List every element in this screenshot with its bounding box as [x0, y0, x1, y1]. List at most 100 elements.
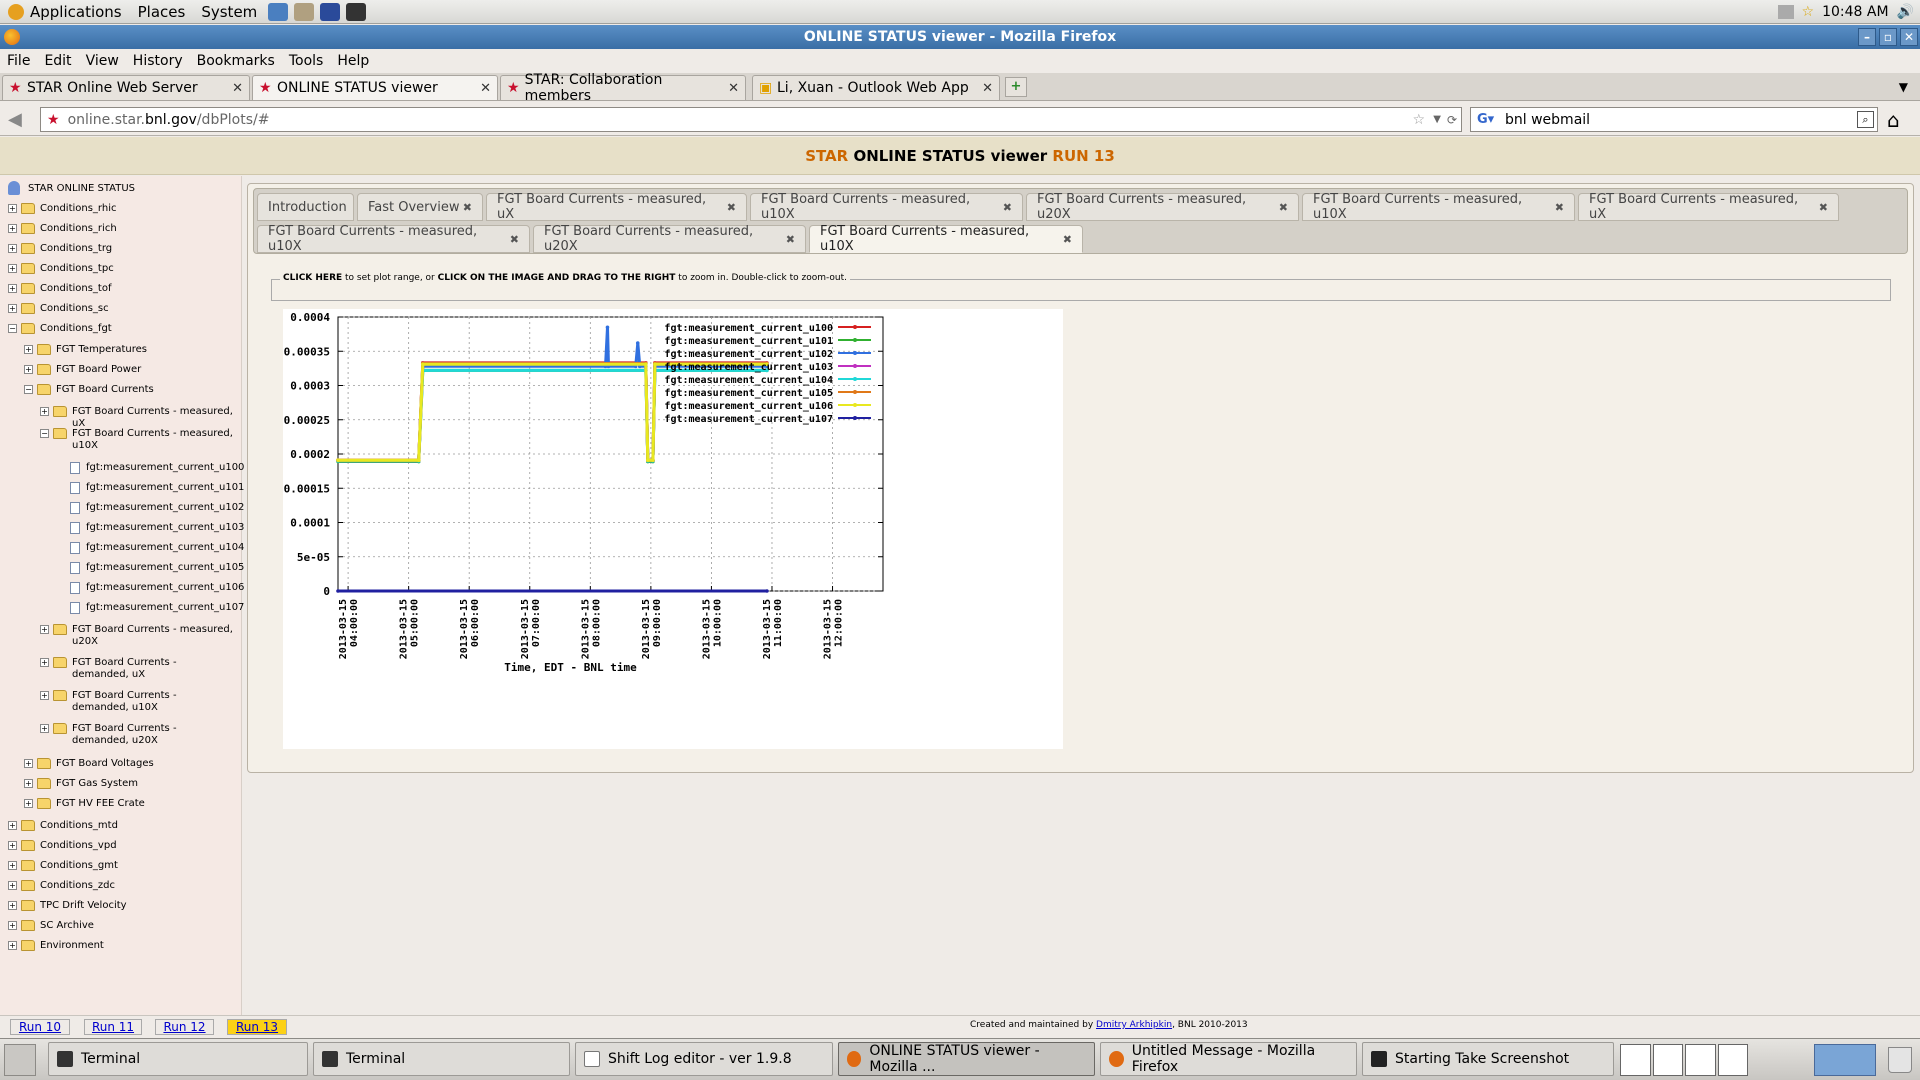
- expand-plus-icon[interactable]: +: [8, 304, 17, 313]
- network-icon[interactable]: [1777, 4, 1794, 19]
- tree-node[interactable]: + FGT HV FEE Crate: [24, 798, 145, 810]
- close-tab-icon[interactable]: ✖: [1279, 201, 1288, 214]
- expand-plus-icon[interactable]: +: [8, 264, 17, 273]
- taskbar-item-active[interactable]: ONLINE STATUS viewer - Mozilla ...: [838, 1042, 1095, 1076]
- tree-leaf[interactable]: fgt:measurement_current_u106: [70, 582, 244, 594]
- workspace-2[interactable]: [1652, 1044, 1683, 1076]
- menu-history[interactable]: History: [126, 53, 190, 69]
- close-tab-icon[interactable]: ✕: [982, 81, 993, 96]
- tree-node[interactable]: + Conditions_rhic: [8, 203, 116, 215]
- expand-plus-icon[interactable]: +: [40, 658, 49, 667]
- close-window-button[interactable]: ✕: [1900, 28, 1918, 46]
- tab-plot[interactable]: FGT Board Currents - measured, u10X ✖: [750, 192, 1023, 222]
- menu-help[interactable]: Help: [330, 53, 376, 69]
- tree-node-expanded[interactable]: − Conditions_fgt: [8, 323, 112, 335]
- tree-node[interactable]: + Conditions_zdc: [8, 880, 115, 892]
- tab-plot[interactable]: FGT Board Currents - measured, u10X ✖: [257, 224, 530, 254]
- expand-plus-icon[interactable]: +: [40, 724, 49, 733]
- expand-plus-icon[interactable]: +: [8, 861, 17, 870]
- text-editor-launcher-icon[interactable]: [320, 2, 341, 21]
- tree-node[interactable]: + Environment: [8, 940, 104, 952]
- tree-node[interactable]: + FGT Gas System: [24, 778, 138, 790]
- menu-bookmarks[interactable]: Bookmarks: [190, 53, 282, 69]
- tree-node[interactable]: + FGT Board Currents - measured, uX: [40, 406, 241, 430]
- screenshot-launcher-icon[interactable]: [346, 2, 367, 21]
- tab-list-chevron-icon[interactable]: ▼: [1899, 80, 1908, 94]
- menu-view[interactable]: View: [79, 53, 126, 69]
- close-tab-icon[interactable]: ✖: [1555, 201, 1564, 214]
- bookmark-star-icon[interactable]: ☆: [1802, 4, 1815, 20]
- tree-leaf[interactable]: fgt:measurement_current_u102: [70, 502, 244, 514]
- tab-plot-active[interactable]: FGT Board Currents - measured, u10X ✖: [809, 224, 1083, 254]
- expand-plus-icon[interactable]: +: [24, 759, 33, 768]
- close-tab-icon[interactable]: ✖: [786, 233, 795, 246]
- expand-plus-icon[interactable]: +: [8, 941, 17, 950]
- taskbar-item[interactable]: Starting Take Screenshot: [1362, 1042, 1614, 1076]
- firefox-launcher-icon[interactable]: [268, 2, 289, 21]
- show-desktop-icon[interactable]: [4, 1044, 36, 1076]
- author-link[interactable]: Dmitry Arkhipkin: [1096, 1020, 1172, 1030]
- tree-node[interactable]: + Conditions_trg: [8, 243, 112, 255]
- close-tab-icon[interactable]: ✕: [232, 81, 243, 96]
- tree-node[interactable]: + Conditions_rich: [8, 223, 117, 235]
- expand-plus-icon[interactable]: +: [8, 841, 17, 850]
- close-tab-icon[interactable]: ✖: [1819, 201, 1828, 214]
- tree-node[interactable]: + FGT Temperatures: [24, 344, 147, 356]
- menu-edit[interactable]: Edit: [37, 53, 78, 69]
- bookmark-star-icon[interactable]: ☆: [1412, 112, 1425, 128]
- workspace-switcher[interactable]: [1620, 1044, 1748, 1076]
- tree-leaf[interactable]: fgt:measurement_current_u101: [70, 482, 244, 494]
- tree-node[interactable]: + FGT Board Currents - demanded, u20X: [40, 723, 236, 747]
- tray-firefox-icon[interactable]: [1814, 1044, 1876, 1076]
- trash-icon[interactable]: [1888, 1047, 1912, 1073]
- browser-tab[interactable]: ★ STAR Online Web Server ✕: [2, 75, 250, 100]
- tree-node[interactable]: + FGT Board Currents - measured, u20X: [40, 624, 236, 648]
- tree-node[interactable]: + Conditions_gmt: [8, 860, 118, 872]
- close-tab-icon[interactable]: ✖: [510, 233, 519, 246]
- system-menu[interactable]: System: [193, 0, 265, 24]
- tree-node[interactable]: + FGT Board Voltages: [24, 758, 154, 770]
- set-range-link[interactable]: CLICK HERE: [283, 273, 342, 283]
- browser-tab[interactable]: ▣ Li, Xuan - Outlook Web App ✕: [752, 75, 1000, 100]
- tree-node[interactable]: + FGT Board Currents - demanded, u10X: [40, 690, 236, 714]
- taskbar-item[interactable]: Untitled Message - Mozilla Firefox: [1100, 1042, 1357, 1076]
- plot-area[interactable]: 0 5e-05 0.0001 0.00015 0.0002 0.00025 0.0003 0.…: [283, 309, 1063, 749]
- close-tab-icon[interactable]: ✖: [1063, 233, 1072, 246]
- volume-icon[interactable]: 🔊: [1897, 4, 1914, 20]
- tab-plot[interactable]: FGT Board Currents - measured, uX ✖: [1578, 192, 1839, 222]
- expand-plus-icon[interactable]: +: [8, 881, 17, 890]
- collapse-minus-icon[interactable]: −: [24, 385, 33, 394]
- back-arrow-icon[interactable]: ◀: [8, 109, 22, 130]
- tab-plot[interactable]: FGT Board Currents - measured, uX ✖: [486, 192, 747, 222]
- tab-plot[interactable]: FGT Board Currents - measured, u10X ✖: [1302, 192, 1575, 222]
- expand-plus-icon[interactable]: +: [40, 625, 49, 634]
- tree-leaf[interactable]: fgt:measurement_current_u100: [70, 462, 244, 474]
- expand-plus-icon[interactable]: +: [8, 284, 17, 293]
- tree-node[interactable]: + Conditions_tof: [8, 283, 112, 295]
- expand-plus-icon[interactable]: +: [8, 821, 17, 830]
- close-tab-icon[interactable]: ✕: [480, 81, 491, 96]
- search-icon[interactable]: ⌕: [1857, 111, 1874, 128]
- tree-leaf[interactable]: fgt:measurement_current_u104: [70, 542, 244, 554]
- clock[interactable]: 10:48 AM: [1822, 4, 1888, 20]
- search-input[interactable]: bnl webmail: [1505, 112, 1590, 128]
- browser-tab-active[interactable]: ★ ONLINE STATUS viewer ✕: [252, 75, 498, 100]
- tree-node[interactable]: + TPC Drift Velocity: [8, 900, 127, 912]
- expand-plus-icon[interactable]: +: [24, 345, 33, 354]
- tree-node[interactable]: + Conditions_vpd: [8, 840, 117, 852]
- expand-plus-icon[interactable]: +: [8, 204, 17, 213]
- workspace-3[interactable]: [1685, 1044, 1716, 1076]
- run-13-link[interactable]: Run 13: [227, 1019, 287, 1035]
- tree-root[interactable]: STAR ONLINE STATUS: [8, 181, 135, 195]
- workspace-4[interactable]: [1717, 1044, 1748, 1076]
- tree-node[interactable]: + Conditions_mtd: [8, 820, 118, 832]
- expand-plus-icon[interactable]: +: [8, 901, 17, 910]
- tab-introduction[interactable]: Introduction: [257, 193, 354, 221]
- google-engine-icon[interactable]: G▾: [1477, 112, 1494, 127]
- tree-leaf[interactable]: fgt:measurement_current_u105: [70, 562, 244, 574]
- applications-menu[interactable]: Applications: [0, 0, 130, 24]
- tree-node[interactable]: + Conditions_sc: [8, 303, 109, 315]
- search-bar[interactable]: G▾ bnl webmail ⌕: [1470, 107, 1878, 132]
- taskbar-item[interactable]: Shift Log editor - ver 1.9.8: [575, 1042, 833, 1076]
- run-11-link[interactable]: Run 11: [84, 1019, 142, 1035]
